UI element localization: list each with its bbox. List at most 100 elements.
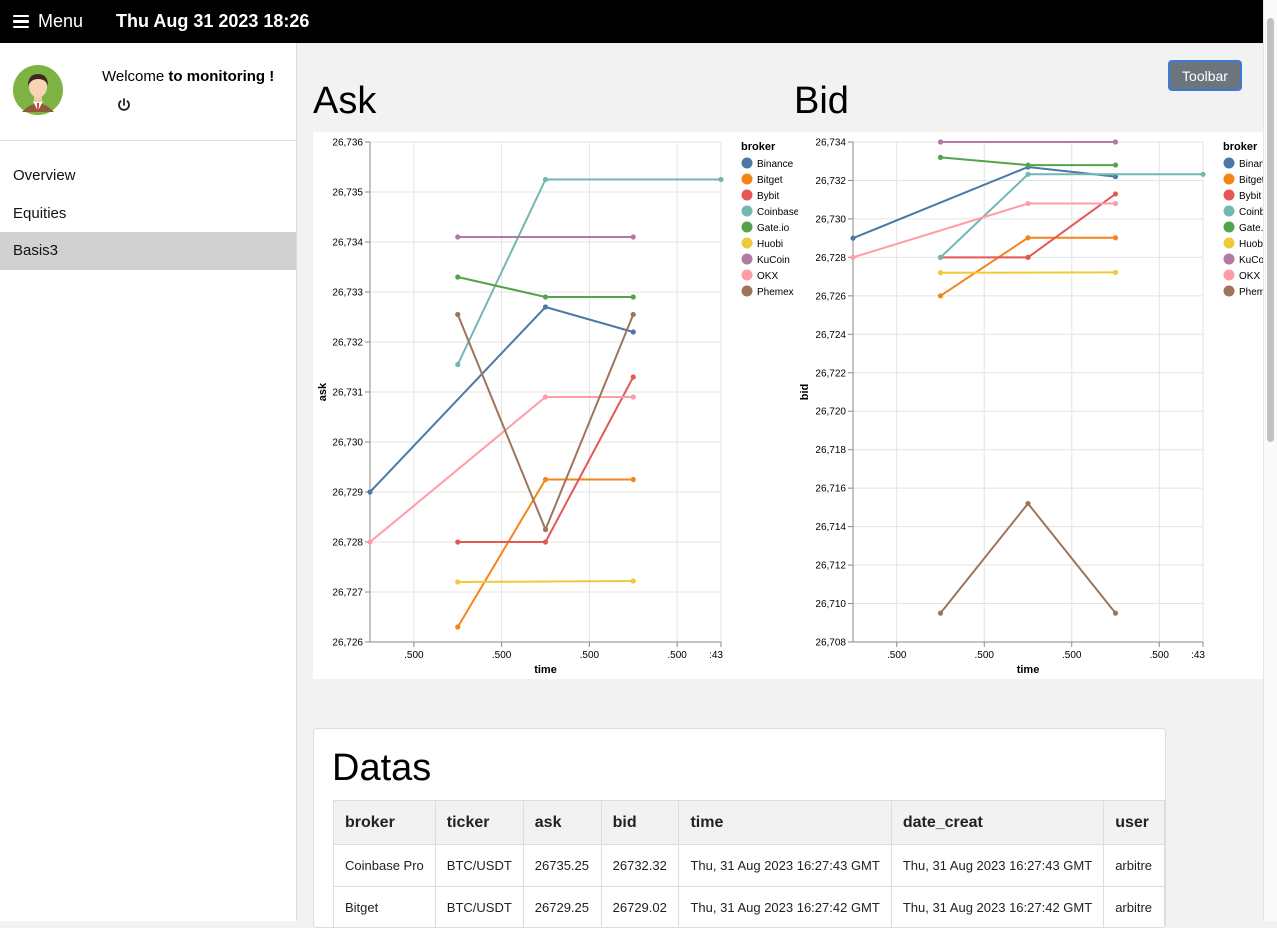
y-tick-label: 26,730 — [815, 214, 846, 225]
data-point — [543, 177, 548, 182]
page-scrollbar[interactable] — [1263, 0, 1277, 921]
series-line-gate-io — [458, 277, 634, 297]
legend-swatch — [742, 190, 753, 201]
legend-label: Phemex — [757, 287, 794, 298]
y-tick-label: 26,732 — [815, 176, 846, 187]
legend-label: OKX — [1239, 271, 1260, 282]
legend-label: Coinbase Pro — [1239, 207, 1263, 218]
cell-date-creat: Thu, 31 Aug 2023 16:27:42 GMT — [891, 887, 1103, 928]
data-point — [938, 270, 943, 275]
scrollbar-thumb[interactable] — [1267, 18, 1274, 442]
cell-user: arbitre — [1104, 887, 1165, 928]
menu-button[interactable]: Menu — [13, 11, 83, 32]
y-tick-label: 26,727 — [332, 588, 363, 599]
column-header-broker[interactable]: broker — [334, 801, 436, 845]
y-tick-label: 26,733 — [332, 288, 363, 299]
cell-bid: 26729.02 — [601, 887, 679, 928]
data-point — [631, 329, 636, 334]
legend-swatch — [1224, 238, 1235, 249]
cell-time: Thu, 31 Aug 2023 16:27:43 GMT — [679, 845, 891, 887]
legend: brokerBinanceBitgetBybitCoinbase ProGate… — [741, 141, 798, 298]
data-point — [455, 624, 460, 629]
legend-label: Gate.io — [1239, 223, 1263, 234]
data-point — [1025, 201, 1030, 206]
series-group — [850, 139, 1205, 615]
series-line-phemex — [941, 504, 1116, 614]
data-point — [938, 255, 943, 260]
datas-card: Datas broker ticker ask bid time date_cr… — [313, 728, 1166, 928]
cell-bid: 26732.32 — [601, 845, 679, 887]
series-line-bitget — [941, 238, 1116, 296]
series-line-bitget — [458, 480, 634, 628]
column-header-date-creat[interactable]: date_creat — [891, 801, 1103, 845]
cell-ticker: BTC/USDT — [435, 845, 523, 887]
table-row: Bitget BTC/USDT 26729.25 26729.02 Thu, 3… — [334, 887, 1165, 928]
toolbar-button[interactable]: Toolbar — [1168, 60, 1242, 91]
y-tick-label: 26,729 — [332, 488, 363, 499]
data-point — [543, 304, 548, 309]
x-tick-label: .500 — [667, 650, 687, 661]
y-tick-label: 26,732 — [332, 338, 363, 349]
datas-title: Datas — [332, 747, 431, 790]
data-point — [631, 477, 636, 482]
cell-broker: Bitget — [334, 887, 436, 928]
data-point — [631, 578, 636, 583]
data-point — [1113, 270, 1118, 275]
data-point — [631, 394, 636, 399]
x-tick-label: .500 — [1150, 650, 1170, 661]
legend-swatch — [1224, 206, 1235, 217]
welcome-prefix: Welcome — [102, 68, 168, 85]
y-tick-label: 26,728 — [815, 253, 846, 264]
y-tick-label: 26,720 — [815, 407, 846, 418]
main-content: Toolbar Ask Bid 26,72626,72726,72826,729… — [298, 43, 1263, 921]
data-point — [1113, 611, 1118, 616]
datas-table: broker ticker ask bid time date_creat us… — [333, 800, 1165, 928]
ask-chart[interactable]: 26,72626,72726,72826,72926,73026,73126,7… — [313, 132, 798, 679]
legend-label: Coinbase Pro — [757, 207, 798, 218]
legend-swatch — [1224, 158, 1235, 169]
cell-user: arbitre — [1104, 845, 1165, 887]
legend-label: Bitget — [757, 175, 783, 186]
data-point — [543, 539, 548, 544]
data-point — [455, 539, 460, 544]
data-point — [631, 294, 636, 299]
legend-label: Phemex — [1239, 287, 1263, 298]
legend-label: Huobi — [757, 239, 783, 250]
nav-item-basis3[interactable]: Basis3 — [0, 232, 296, 270]
data-point — [1025, 255, 1030, 260]
cell-ticker: BTC/USDT — [435, 887, 523, 928]
y-tick-label: 26,736 — [332, 138, 363, 149]
legend-swatch — [742, 270, 753, 281]
nav-item-overview[interactable]: Overview — [0, 157, 296, 195]
y-tick-label: 26,730 — [332, 438, 363, 449]
column-header-ask[interactable]: ask — [523, 801, 601, 845]
x-tick-label: .500 — [975, 650, 995, 661]
legend-swatch — [1224, 174, 1235, 185]
welcome-message: Welcome to monitoring ! — [102, 68, 274, 85]
data-point — [367, 539, 372, 544]
column-header-user[interactable]: user — [1104, 801, 1165, 845]
sidebar-divider — [0, 140, 296, 141]
power-icon[interactable] — [116, 97, 132, 113]
nav-item-equities[interactable]: Equities — [0, 195, 296, 233]
data-point — [455, 274, 460, 279]
y-tick-label: 26,716 — [815, 484, 846, 495]
column-header-time[interactable]: time — [679, 801, 891, 845]
y-tick-label: 26,718 — [815, 445, 846, 456]
column-header-bid[interactable]: bid — [601, 801, 679, 845]
data-point — [1025, 235, 1030, 240]
welcome-bold: to monitoring ! — [168, 68, 274, 85]
legend-swatch — [1224, 222, 1235, 233]
cell-date-creat: Thu, 31 Aug 2023 16:27:43 GMT — [891, 845, 1103, 887]
bid-chart[interactable]: 26,70826,71026,71226,71426,71626,71826,7… — [795, 132, 1263, 679]
legend-swatch — [742, 286, 753, 297]
data-point — [850, 255, 855, 260]
data-point — [938, 139, 943, 144]
legend-swatch — [742, 222, 753, 233]
y-tick-label: 26,708 — [815, 638, 846, 649]
column-header-ticker[interactable]: ticker — [435, 801, 523, 845]
legend-label: Bybit — [757, 191, 779, 202]
data-point — [1113, 201, 1118, 206]
legend-label: Bitget — [1239, 175, 1263, 186]
legend-swatch — [742, 254, 753, 265]
